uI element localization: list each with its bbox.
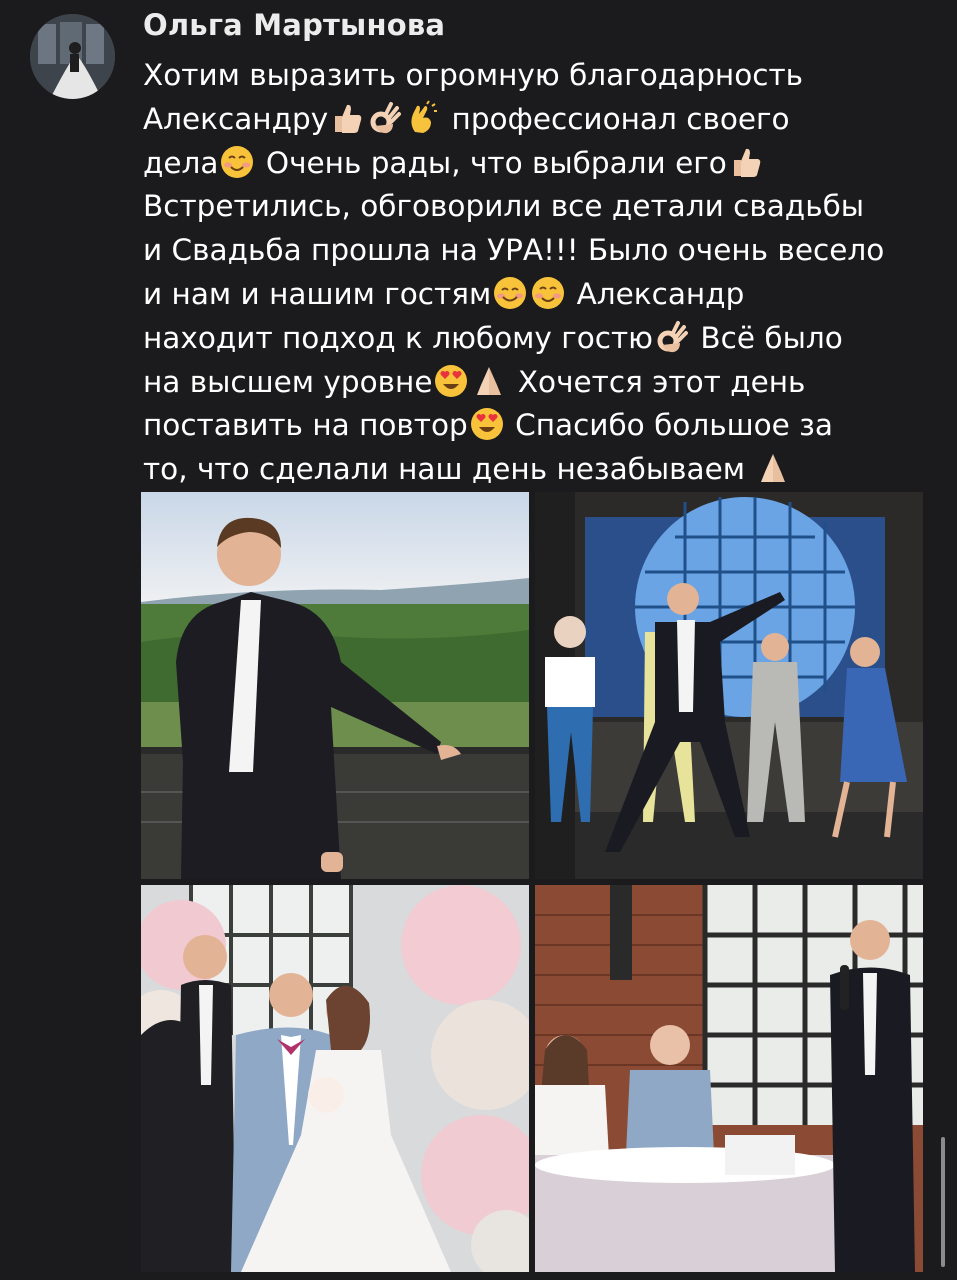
message-text-segment: то, что сделали наш день незабываем xyxy=(143,452,746,487)
message-text-segment: на высшем уровне xyxy=(143,364,433,399)
message-text-segment: Александр xyxy=(567,276,745,311)
clapping-hands-emoji-icon xyxy=(411,100,438,133)
message-text-segment: и нам и нашим гостям xyxy=(143,276,492,311)
thumbs-up-emoji-icon xyxy=(733,148,761,177)
message-line-10: то, что сделали наш день незабываем xyxy=(143,448,943,492)
smiling-face-blush-emoji-icon xyxy=(494,276,527,309)
ok-hand-emoji-icon xyxy=(657,320,689,352)
message-line-8: на высшем уровне Хочется этот день xyxy=(143,361,943,405)
message-text-segment: Встретились, обговорили все детали свадь… xyxy=(143,189,865,224)
message-line-3: дела Очень рады, что выбрали его xyxy=(143,142,943,186)
message-text-segment: Хочется этот день xyxy=(508,364,806,399)
message-text-segment: дела xyxy=(143,145,219,180)
avatar-photo xyxy=(30,14,115,99)
message-line-9: поставить на повтор Спасибо большое за xyxy=(143,404,943,448)
message-line-5: и Свадьба прошла на УРА!!! Было очень ве… xyxy=(143,229,943,273)
author-name[interactable]: Ольга Мартынова xyxy=(143,8,445,42)
photo-host-with-microphone[interactable] xyxy=(535,885,923,1272)
photo-image xyxy=(535,492,923,879)
photo-stage-dance[interactable] xyxy=(535,492,923,879)
photo-image xyxy=(535,885,923,1272)
message-text-segment: и Свадьба прошла на УРА!!! Было очень ве… xyxy=(143,233,885,268)
folded-hands-emoji-icon xyxy=(761,454,786,483)
photo-image xyxy=(141,885,529,1272)
message-text: Хотим выразить огромную благодарность Ал… xyxy=(143,54,943,492)
message-text-segment: Всё было xyxy=(691,320,843,355)
message-line-4: Встретились, обговорили все детали свадь… xyxy=(143,185,943,229)
photo-host-viewpoint[interactable] xyxy=(141,492,529,879)
smiling-face-emoji-icon xyxy=(221,145,254,178)
message-line-1: Хотим выразить огромную благодарность xyxy=(143,54,943,98)
smiling-face-emoji-icon xyxy=(532,276,565,309)
message-text-segment: находит подход к любому гостю xyxy=(143,320,654,355)
message-line-2: Александру профессионал своего xyxy=(143,98,943,142)
message-text-segment: Александру xyxy=(143,101,329,136)
photo-image xyxy=(141,492,529,879)
message-text-segment: Спасибо большое за xyxy=(505,408,833,443)
scrollbar-thumb[interactable] xyxy=(941,1137,945,1267)
message-text-segment: Очень рады, что выбрали его xyxy=(256,145,727,180)
author-avatar[interactable] xyxy=(30,14,115,99)
ok-hand-emoji-icon xyxy=(370,101,402,133)
message-text-segment: Хотим выразить огромную благодарность xyxy=(143,58,804,92)
message-line-6: и нам и нашим гостям Александр xyxy=(143,273,943,317)
thumbs-up-emoji-icon xyxy=(335,104,362,133)
heart-eyes-emoji-icon xyxy=(435,364,468,397)
message-text-segment: поставить на повтор xyxy=(143,408,468,443)
message-text-segment: профессионал своего xyxy=(442,101,790,136)
heart-eyes-emoji-icon xyxy=(470,408,503,441)
folded-hands-emoji-icon xyxy=(477,366,502,395)
message-line-7: находит подход к любому гостю Всё было xyxy=(143,317,943,361)
photo-host-with-newlyweds[interactable] xyxy=(141,885,529,1272)
